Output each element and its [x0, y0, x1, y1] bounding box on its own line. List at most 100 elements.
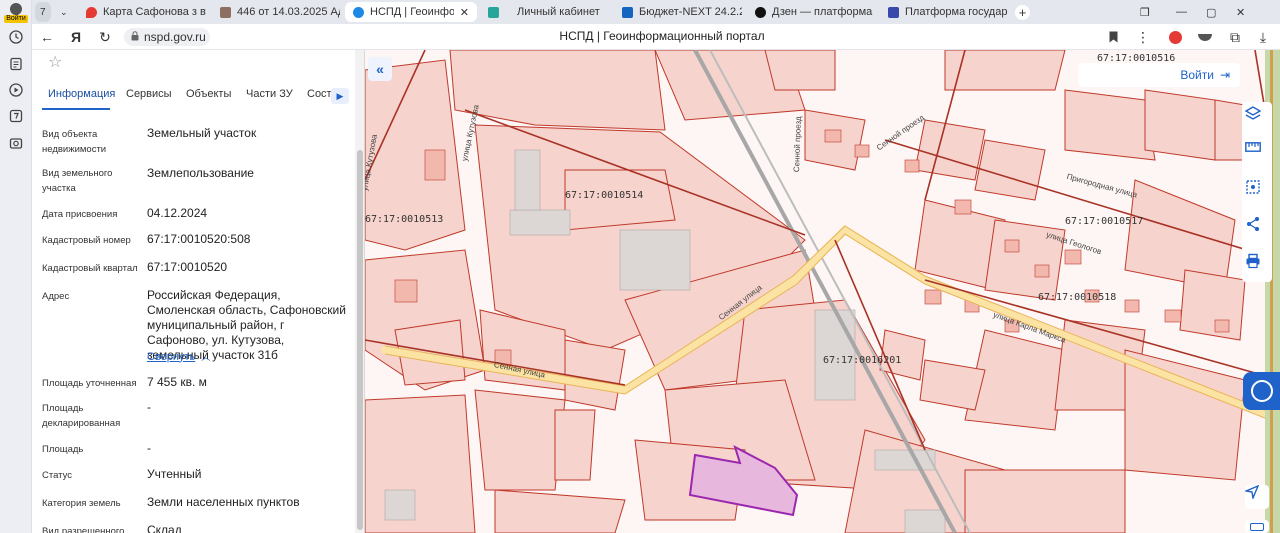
alice-icon[interactable]	[1166, 28, 1184, 46]
browser-side-rail: Войти	[0, 0, 32, 533]
cabinet-favicon-icon	[488, 6, 499, 18]
shield-favicon-icon	[622, 6, 633, 18]
prop-value-permitted-use: Склад	[147, 523, 182, 533]
chevron-down-icon: ⌄	[60, 6, 68, 17]
share-icon[interactable]	[1245, 216, 1269, 240]
login-arrow-icon: ⇥	[1219, 68, 1230, 82]
extensions-icon[interactable]: ⧉	[1226, 28, 1244, 46]
ruler-icon[interactable]	[1245, 142, 1269, 166]
tab-gov-platform[interactable]: Платформа государстве	[880, 2, 1008, 22]
tab-label: НСПД | Геоинформаци	[370, 6, 454, 18]
prop-value-object-type: Земельный участок	[147, 126, 257, 140]
cadastral-label: 67:17:0010518	[1038, 292, 1117, 303]
download-icon[interactable]: ⤓	[1254, 28, 1272, 46]
sevens-icon[interactable]	[7, 107, 25, 125]
prop-value-area-declared: -	[147, 400, 151, 414]
prop-label-permitted-use: Вид разрешенного	[42, 526, 125, 533]
tab-list-button[interactable]: ⌄	[56, 2, 72, 22]
chevron-right-icon: ▶	[336, 90, 344, 101]
prop-value-status: Учтенный	[147, 467, 202, 481]
chevron-up-icon: ︿	[201, 352, 211, 362]
lock-icon	[131, 30, 139, 44]
tab-label: Бюджет-NEXT 24.2.232.3	[639, 6, 742, 18]
prop-value-cadastral-number[interactable]: 67:17:0010520:508	[147, 232, 347, 247]
nspd-favicon-icon	[353, 6, 364, 18]
prop-label-parcel-type: Вид земельного участка	[42, 168, 113, 194]
dzen-favicon-icon	[755, 6, 766, 18]
tab-cabinet[interactable]: Личный кабинет	[480, 2, 608, 22]
tab-counter: 7	[40, 6, 46, 18]
tab-document[interactable]: 446 от 14.03.2025 Админ	[212, 2, 340, 22]
prop-label-area-specified: Площадь уточненная	[42, 378, 137, 389]
cadastral-label: 67:17:0010513	[365, 214, 444, 225]
print-icon[interactable]	[1245, 253, 1269, 277]
more-vertical-icon[interactable]: ⋮	[1134, 28, 1152, 46]
panel-scrollbar[interactable]	[355, 50, 364, 533]
yandex-logo-icon[interactable]: Я	[67, 28, 85, 46]
tab-nspd[interactable]: НСПД | Геоинформаци ✕	[345, 2, 477, 22]
map-login-button[interactable]: Войти ⇥	[1078, 63, 1240, 87]
tab-label: Личный кабинет	[517, 6, 600, 18]
profile-label: Войти	[4, 15, 28, 23]
collapse-panel-button[interactable]: «	[368, 57, 392, 81]
prop-value-parcel-type: Землепользование	[147, 166, 254, 180]
geolocation-icon[interactable]	[1245, 485, 1269, 509]
favorite-star-icon[interactable]: ☆	[48, 52, 62, 72]
profile-button[interactable]: Войти	[4, 2, 28, 24]
prop-label-area: Площадь	[42, 444, 84, 455]
tab-parcel-parts[interactable]: Части ЗУ	[246, 88, 293, 100]
history-icon[interactable]	[7, 28, 25, 46]
tab-objects[interactable]: Объекты	[186, 88, 231, 100]
close-icon[interactable]: ✕	[460, 6, 469, 19]
notes-icon[interactable]	[7, 55, 25, 73]
url-field[interactable]: nspd.gov.ru	[124, 28, 210, 46]
maximize-button[interactable]: ▢	[1202, 2, 1220, 22]
panel-scroll-thumb[interactable]	[357, 150, 363, 530]
browser-tab-bar: 7 ⌄ Карта Сафонова з вулиц 446 от 14.03.…	[32, 0, 1280, 24]
cadastral-label: 67:17:0010514	[565, 190, 644, 201]
ghost-mode-icon[interactable]	[1196, 28, 1214, 46]
assistant-icon	[1250, 380, 1273, 402]
double-chevron-left-icon: «	[376, 61, 384, 77]
tab-dzen[interactable]: Дзен — платформа для п	[747, 2, 875, 22]
map-canvas	[365, 50, 1280, 533]
new-tab-button[interactable]: +	[1012, 2, 1033, 22]
screenshot-icon[interactable]	[7, 134, 25, 152]
minimize-icon: —	[1176, 6, 1187, 18]
profile-avatar-icon	[10, 3, 22, 15]
window-close-button[interactable]: ✕	[1232, 2, 1249, 22]
active-tab-indicator	[42, 108, 110, 110]
tab-budget[interactable]: Бюджет-NEXT 24.2.232.3	[614, 2, 742, 22]
bookmark-icon[interactable]	[1104, 28, 1122, 46]
back-arrow-icon[interactable]: ←	[38, 28, 56, 46]
tab-counter-button[interactable]: 7	[35, 2, 51, 22]
collections-button[interactable]: ❐	[1136, 2, 1154, 22]
minimize-button[interactable]: —	[1172, 2, 1191, 22]
area-select-icon[interactable]	[1245, 179, 1269, 203]
reload-icon[interactable]: ↻	[96, 28, 114, 46]
collections-icon: ❐	[1140, 6, 1150, 19]
tab-label: 446 от 14.03.2025 Админ	[237, 6, 340, 18]
prop-label-land-category: Категория земель	[42, 498, 121, 509]
plus-icon: +	[1015, 4, 1030, 20]
cadastral-map[interactable]: 67:17:0010516 67:17:0010514 67:17:001051…	[365, 50, 1280, 533]
layers-icon[interactable]	[1245, 105, 1269, 129]
chat-icon[interactable]	[1245, 520, 1269, 533]
play-icon[interactable]	[7, 81, 25, 99]
prop-label-object-type: Вид объекта недвижимости	[42, 129, 107, 155]
tab-services[interactable]: Сервисы	[126, 88, 172, 100]
tab-label: Платформа государстве	[905, 6, 1008, 18]
collapse-link-label: Свернуть	[147, 350, 196, 363]
assistant-chat-button[interactable]	[1243, 372, 1280, 410]
prop-value-cadastral-quarter[interactable]: 67:17:0010520	[147, 260, 347, 275]
prop-value-assign-date: 04.12.2024	[147, 206, 208, 220]
prop-label-cadastral-number: Кадастровый номер	[42, 235, 131, 246]
document-favicon-icon	[220, 6, 231, 18]
tabs-scroll-right-button[interactable]: ▶	[331, 88, 349, 104]
tab-information[interactable]: Информация	[48, 88, 115, 100]
cadastral-label: 67:17:0010517	[1065, 216, 1144, 227]
tab-map[interactable]: Карта Сафонова з вулиц	[78, 2, 206, 22]
tab-label: Карта Сафонова з вулиц	[103, 6, 206, 18]
url-text: nspd.gov.ru	[144, 30, 206, 44]
collapse-link[interactable]: Свернуть ︿	[147, 350, 210, 363]
